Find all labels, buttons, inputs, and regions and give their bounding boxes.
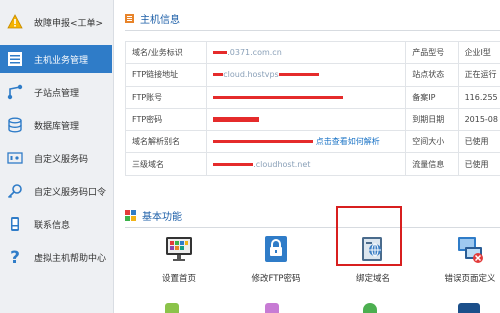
field-value [206, 107, 407, 132]
sidebar-item-service-code[interactable]: 自定义服务码 [0, 144, 112, 172]
field-label: 产品型号 [405, 40, 459, 65]
database-icon [6, 116, 24, 134]
sidebar-item-contact[interactable]: 联系信息 [0, 210, 112, 238]
list-icon [125, 13, 134, 23]
sidebar-item-label: 联系信息 [34, 220, 71, 231]
homepage-monitor-icon [166, 237, 192, 261]
sidebar-item-label: 数据库管理 [34, 121, 80, 132]
table-row: FTP密码 到期日期 2015-08 [124, 107, 500, 132]
sidebar-item-host-management[interactable]: 主机业务管理 [0, 45, 112, 73]
sidebar-item-label: 自定义服务码口令 [34, 187, 107, 198]
partial-icon [165, 303, 179, 313]
field-label: 空间大小 [405, 130, 459, 154]
table-row: 域名解析别名 点击查看如何解析 空间大小 已使用 [124, 130, 500, 154]
field-value: 企业I型 [457, 40, 500, 65]
host-list-icon [6, 50, 24, 68]
table-row: 域名/业务标识 .0371.com.cn 产品型号 企业I型 [124, 40, 500, 65]
sidebar-item-fault-report[interactable]: 故障申报<工单> [0, 8, 112, 36]
table-row: FTP链接地址 cloud.hostvps 站点状态 正在运行 [124, 63, 500, 87]
feature-label: 绑定域名 [355, 274, 390, 284]
service-code-icon [6, 149, 24, 167]
field-label: FTP密码 [124, 107, 208, 132]
redaction-mark [278, 73, 319, 77]
apps-icon [125, 209, 136, 221]
feature-label: 修改FTP密码 [251, 274, 301, 284]
redaction-mark [213, 140, 314, 144]
phone-icon [6, 215, 24, 233]
sidebar-item-database[interactable]: 数据库管理 [0, 111, 112, 139]
feature-error-page[interactable]: 错误页面定义 [430, 228, 500, 288]
feature-set-homepage[interactable]: 设置首页 [139, 228, 219, 288]
feature-label: 设置首页 [161, 274, 196, 284]
field-value: 点击查看如何解析 [206, 130, 407, 154]
field-value: 正在运行 [457, 63, 500, 87]
field-value: .0371.com.cn [206, 40, 407, 65]
key-icon [6, 182, 24, 200]
field-label: 三级域名 [124, 152, 208, 176]
sidebar-item-label: 虚拟主机帮助中心 [34, 253, 107, 264]
sidebar-item-label: 主机业务管理 [34, 55, 89, 66]
feature-label: 错误页面定义 [444, 274, 496, 284]
divider [125, 30, 500, 31]
error-page-icon [458, 237, 483, 263]
field-label: 备案IP [405, 85, 459, 109]
sidebar-item-label: 子站点管理 [34, 88, 80, 99]
basic-functions-header: 基本功能 [125, 205, 182, 225]
sidebar: 故障申报<工单> 主机业务管理 子站点管理 数据库管理 自定义服务码 自定义服务… [0, 0, 114, 313]
field-label: 站点状态 [405, 63, 459, 87]
field-value: .cloudhost.net [206, 152, 407, 176]
partial-icon [265, 303, 279, 313]
field-value: cloud.hostvps [206, 63, 407, 87]
section-title: 基本功能 [142, 211, 182, 223]
field-value [206, 85, 407, 109]
sidebar-item-label: 自定义服务码 [34, 154, 89, 165]
sidebar-item-service-code-password[interactable]: 自定义服务码口令 [0, 177, 112, 205]
section-title: 主机信息 [140, 14, 180, 26]
main-content: 主机信息 域名/业务标识 .0371.com.cn 产品型号 企业I型 FTP链… [115, 0, 500, 313]
warning-icon [6, 13, 24, 31]
field-value: 116.255 [457, 85, 500, 109]
host-info-header: 主机信息 [125, 8, 180, 28]
field-value: 2015-08 [457, 107, 500, 132]
svg-text:?: ? [10, 248, 20, 266]
partial-icon [363, 303, 377, 313]
subsite-icon [6, 83, 24, 101]
host-info-table: 域名/业务标识 .0371.com.cn 产品型号 企业I型 FTP链接地址 c… [124, 40, 500, 176]
redaction-mark [213, 95, 344, 99]
how-to-resolve-link[interactable]: 点击查看如何解析 [316, 137, 380, 146]
sidebar-item-label: 故障申报<工单> [34, 18, 104, 29]
field-label: 到期日期 [405, 107, 459, 132]
sidebar-item-help-center[interactable]: ? 虚拟主机帮助中心 [0, 243, 112, 271]
sidebar-item-subsite[interactable]: 子站点管理 [0, 78, 112, 106]
feature-grid: 设置首页 修改FTP密码 绑定域名 错误页面定义 [125, 228, 500, 308]
redaction-mark [213, 73, 224, 77]
bind-domain-icon [362, 237, 382, 261]
table-row: FTP账号 备案IP 116.255 [124, 85, 500, 109]
help-icon: ? [6, 248, 24, 266]
partial-icon [458, 303, 480, 313]
field-label: FTP链接地址 [124, 63, 208, 87]
feature-bind-domain[interactable]: 绑定域名 [333, 228, 413, 288]
field-value: 已使用 [457, 152, 500, 176]
field-label: 域名解析别名 [124, 130, 208, 154]
redaction-mark [213, 117, 260, 123]
field-value: 已使用 [457, 130, 500, 154]
redaction-mark [213, 51, 228, 55]
redaction-mark [213, 162, 254, 166]
field-label: 流量信息 [405, 152, 459, 176]
field-label: 域名/业务标识 [124, 40, 208, 65]
field-label: FTP账号 [124, 85, 208, 109]
feature-change-ftp-password[interactable]: 修改FTP密码 [236, 228, 316, 288]
lock-icon [265, 236, 287, 262]
table-row: 三级域名 .cloudhost.net 流量信息 已使用 [124, 152, 500, 176]
